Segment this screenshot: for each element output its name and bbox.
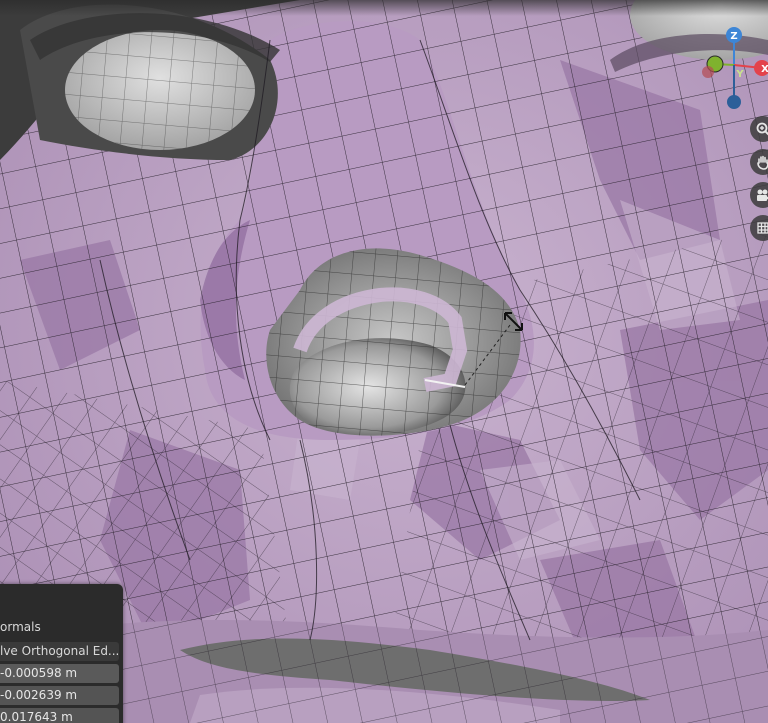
zoom-icon <box>756 122 768 136</box>
hand-pan-icon <box>757 155 768 170</box>
viewport-header <box>0 0 768 16</box>
orientation-dropdown[interactable]: lve Orthogonal Ed... <box>0 642 119 661</box>
camera-icon <box>757 189 768 201</box>
zoom-button[interactable] <box>750 116 768 142</box>
camera-view-button[interactable] <box>750 182 768 208</box>
gizmo-x-label: X <box>761 64 768 75</box>
value-z-field[interactable]: 0.017643 m <box>0 708 119 723</box>
grid-ortho-icon <box>757 222 768 234</box>
viewport-nav-buttons <box>750 116 768 248</box>
navigation-gizmo[interactable]: Z X Y <box>688 20 768 120</box>
gizmo-y-label: Y <box>735 69 744 80</box>
gizmo-z-label: Z <box>730 31 737 42</box>
3d-viewport[interactable]: Z X Y ormals lve Orthogonal Ed... -0.000… <box>0 0 768 723</box>
ortho-toggle-button[interactable] <box>750 215 768 241</box>
operator-redo-panel[interactable]: ormals lve Orthogonal Ed... -0.000598 m … <box>0 584 123 723</box>
value-x-field[interactable]: -0.000598 m <box>0 664 119 683</box>
value-y-field[interactable]: -0.002639 m <box>0 686 119 705</box>
pan-button[interactable] <box>750 149 768 175</box>
normals-label: ormals <box>0 620 41 634</box>
gizmo-neg-z-axis[interactable] <box>727 95 741 109</box>
gizmo-neg-x-axis[interactable] <box>702 66 714 78</box>
